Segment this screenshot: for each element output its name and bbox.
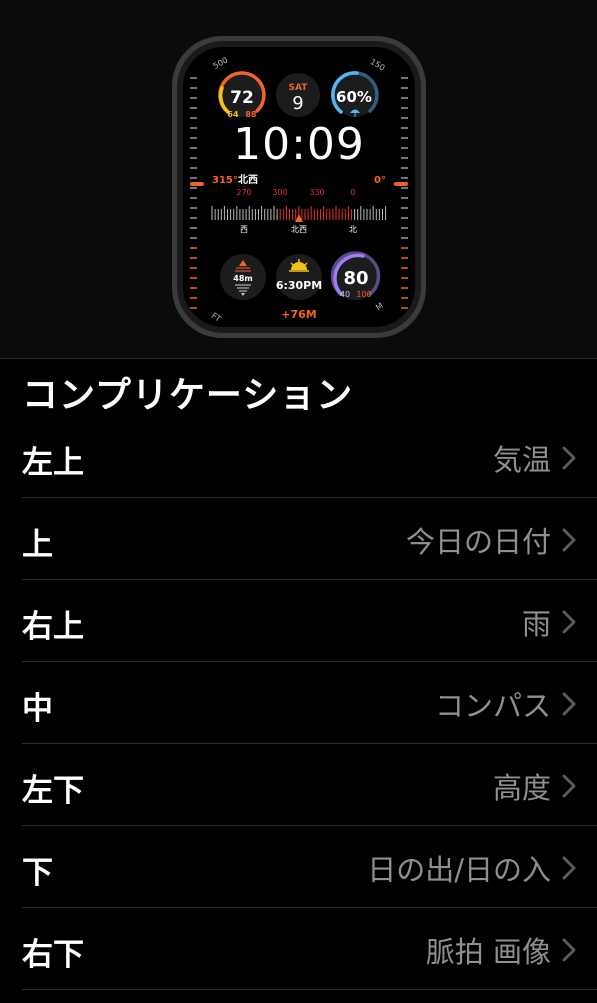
- compass-scale-330: 330: [309, 188, 324, 197]
- row-separator: [22, 989, 597, 990]
- chevron-right-icon: [562, 446, 576, 470]
- date-complication: SAT 9: [276, 73, 320, 117]
- watch-face-preview: 500 150 FT M 72 64 88 SAT 9 60% 10:09 31…: [0, 0, 597, 358]
- chevron-right-icon: [562, 528, 576, 552]
- chevron-right-icon: [562, 856, 576, 880]
- row-value: 今日の日付: [405, 525, 551, 559]
- chevron-right-icon: [562, 610, 576, 634]
- row-value: 高度: [492, 771, 551, 805]
- row-top[interactable]: 上 今日の日付: [0, 498, 597, 580]
- chevron-right-icon: [562, 692, 576, 716]
- altitude-complication: 48m: [220, 254, 266, 300]
- time-display: 10:09: [233, 119, 365, 170]
- compass-dir-northwest: 北西: [291, 225, 307, 234]
- preview-divider: [0, 358, 597, 359]
- row-value: コンパス: [434, 689, 551, 723]
- compass-zero: 0°: [374, 175, 386, 186]
- row-label: 上: [22, 527, 53, 563]
- row-value: 日の出/日の入: [367, 853, 551, 887]
- temperature-value: 72: [230, 88, 254, 108]
- section-title: コンプリケーション: [22, 375, 354, 416]
- row-bottom-right[interactable]: 右下 脈拍 画像: [0, 908, 597, 990]
- row-label: 右下: [22, 937, 84, 973]
- row-label: 中: [22, 691, 53, 727]
- temperature-complication: 72 64 88: [218, 71, 266, 119]
- chevron-right-icon: [562, 938, 576, 962]
- complication-list: 左上 気温 上 今日の日付 右上 雨 中 コンパス 左下 高度 下 日の出/日の…: [0, 416, 597, 990]
- row-label: 左下: [22, 773, 84, 809]
- row-bottom-left[interactable]: 左下 高度: [0, 744, 597, 826]
- compass-scale-270: 270: [236, 188, 251, 197]
- row-bottom[interactable]: 下 日の出/日の入: [0, 826, 597, 908]
- sunset-time: 6:30PM: [276, 279, 322, 292]
- rain-chance: 60%: [336, 88, 372, 106]
- watch-face: 500 150 FT M 72 64 88 SAT 9 60% 10:09 31…: [172, 36, 426, 338]
- altitude-value: 48m: [233, 274, 252, 283]
- heart-rate-high: 100: [356, 290, 371, 299]
- heart-rate-complication: 80 40 100: [330, 251, 381, 300]
- temperature-low: 64: [227, 110, 239, 119]
- row-value: 気温: [492, 443, 551, 477]
- row-value: 脈拍 画像: [425, 935, 551, 969]
- compass-dir-west: 西: [240, 225, 248, 234]
- compass-heading-direction: 北西: [238, 173, 258, 186]
- row-label: 下: [22, 855, 53, 891]
- compass-scale-300: 300: [272, 188, 287, 197]
- rain-complication: 60%: [331, 71, 379, 117]
- sunrise-sunset-complication: 6:30PM: [276, 254, 322, 300]
- elevation-delta: +76M: [281, 308, 316, 321]
- compass-heading: 315°: [212, 175, 238, 186]
- row-top-left[interactable]: 左上 気温: [0, 416, 597, 498]
- date-number: 9: [292, 93, 303, 114]
- heart-rate-value: 80: [343, 268, 368, 289]
- compass-scale-0: 0: [350, 188, 355, 197]
- row-center[interactable]: 中 コンパス: [0, 662, 597, 744]
- day-of-week: SAT: [289, 83, 309, 93]
- row-label: 右上: [22, 609, 84, 645]
- row-top-right[interactable]: 右上 雨: [0, 580, 597, 662]
- row-value: 雨: [521, 607, 551, 641]
- row-label: 左上: [22, 445, 84, 481]
- heart-rate-low: 40: [340, 290, 350, 299]
- temperature-high: 88: [245, 110, 257, 119]
- compass-dir-north: 北: [349, 225, 357, 234]
- chevron-right-icon: [562, 774, 576, 798]
